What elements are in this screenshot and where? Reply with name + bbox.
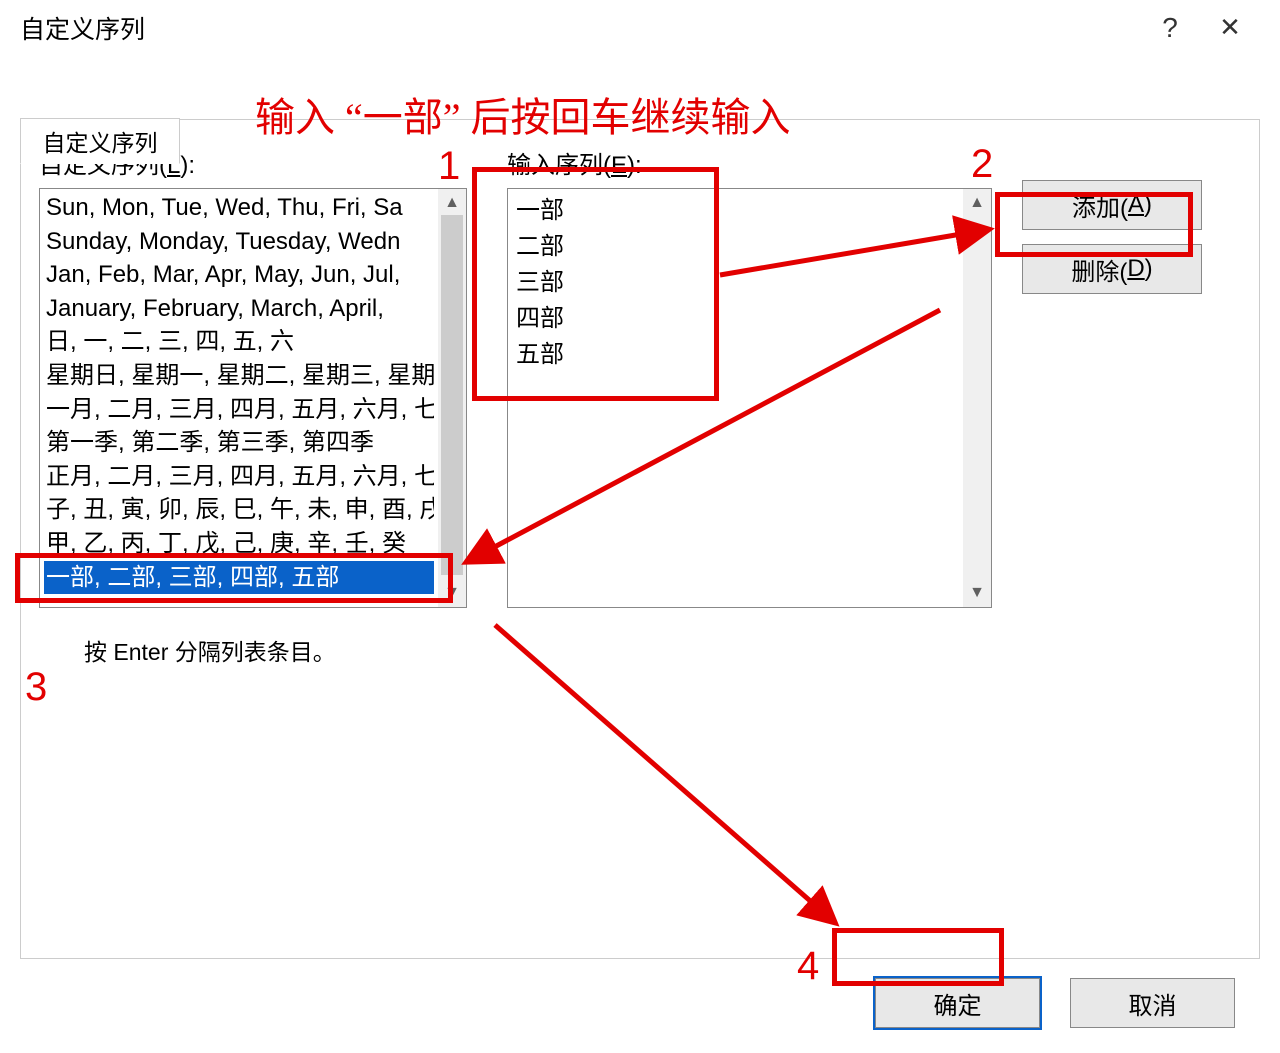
cancel-button[interactable]: 取消 <box>1070 978 1235 1028</box>
label-input-seq: 输入序列(E): <box>507 145 992 180</box>
input-sequence-box[interactable]: ▲ ▼ <box>507 188 992 608</box>
tab-container: 自定义序列 自定义序列(L): Sun, Mon, Tue, Wed, Thu,… <box>20 119 1260 959</box>
tab-content: 自定义序列(L): Sun, Mon, Tue, Wed, Thu, Fri, … <box>20 119 1260 959</box>
list-item[interactable]: Sunday, Monday, Tuesday, Wedn <box>44 225 434 259</box>
scroll-up-icon[interactable]: ▲ <box>444 195 460 211</box>
list-item[interactable]: 甲, 乙, 丙, 丁, 戊, 己, 庚, 辛, 壬, 癸 <box>44 527 434 561</box>
dialog-buttons: 确定 取消 <box>875 978 1235 1028</box>
list-item[interactable]: 一月, 二月, 三月, 四月, 五月, 六月, 七 <box>44 393 434 427</box>
close-button[interactable]: ✕ <box>1200 12 1260 43</box>
titlebar: 自定义序列 ? ✕ <box>0 0 1280 55</box>
custom-lists-box[interactable]: Sun, Mon, Tue, Wed, Thu, Fri, SaSunday, … <box>39 188 467 608</box>
tab-custom-lists[interactable]: 自定义序列 <box>20 118 180 164</box>
add-button[interactable]: 添加(A) <box>1022 180 1202 230</box>
list-item[interactable]: Sun, Mon, Tue, Wed, Thu, Fri, Sa <box>44 191 434 225</box>
list-item[interactable]: 正月, 二月, 三月, 四月, 五月, 六月, 七 <box>44 460 434 494</box>
ok-button[interactable]: 确定 <box>875 978 1040 1028</box>
list-item[interactable]: 子, 丑, 寅, 卯, 辰, 巳, 午, 未, 申, 酉, 戌 <box>44 493 434 527</box>
hint-text: 按 Enter 分隔列表条目。 <box>84 633 467 667</box>
scroll-track[interactable] <box>438 215 466 581</box>
help-button[interactable]: ? <box>1140 12 1200 44</box>
scroll-track[interactable] <box>963 215 991 581</box>
scrollbar-right[interactable]: ▲ ▼ <box>963 189 991 607</box>
scroll-up-icon[interactable]: ▲ <box>969 195 985 211</box>
dialog-body: 自定义序列 自定义序列(L): Sun, Mon, Tue, Wed, Thu,… <box>0 55 1280 959</box>
scroll-down-icon[interactable]: ▼ <box>444 585 460 601</box>
list-item[interactable]: 星期日, 星期一, 星期二, 星期三, 星期 <box>44 359 434 393</box>
list-item[interactable]: Jan, Feb, Mar, Apr, May, Jun, Jul, <box>44 258 434 292</box>
custom-lists-content[interactable]: Sun, Mon, Tue, Wed, Thu, Fri, SaSunday, … <box>40 189 438 607</box>
delete-button[interactable]: 删除(D) <box>1022 244 1202 294</box>
scroll-thumb[interactable] <box>441 215 463 575</box>
list-item-selected[interactable]: 一部, 二部, 三部, 四部, 五部 <box>44 561 434 595</box>
dialog-title: 自定义序列 <box>20 10 1140 46</box>
list-item[interactable]: 第一季, 第二季, 第三季, 第四季 <box>44 426 434 460</box>
scroll-down-icon[interactable]: ▼ <box>969 585 985 601</box>
scrollbar-left[interactable]: ▲ ▼ <box>438 189 466 607</box>
list-item[interactable]: 日, 一, 二, 三, 四, 五, 六 <box>44 325 434 359</box>
input-sequence-textarea[interactable] <box>508 189 963 607</box>
list-item[interactable]: January, February, March, April, <box>44 292 434 326</box>
